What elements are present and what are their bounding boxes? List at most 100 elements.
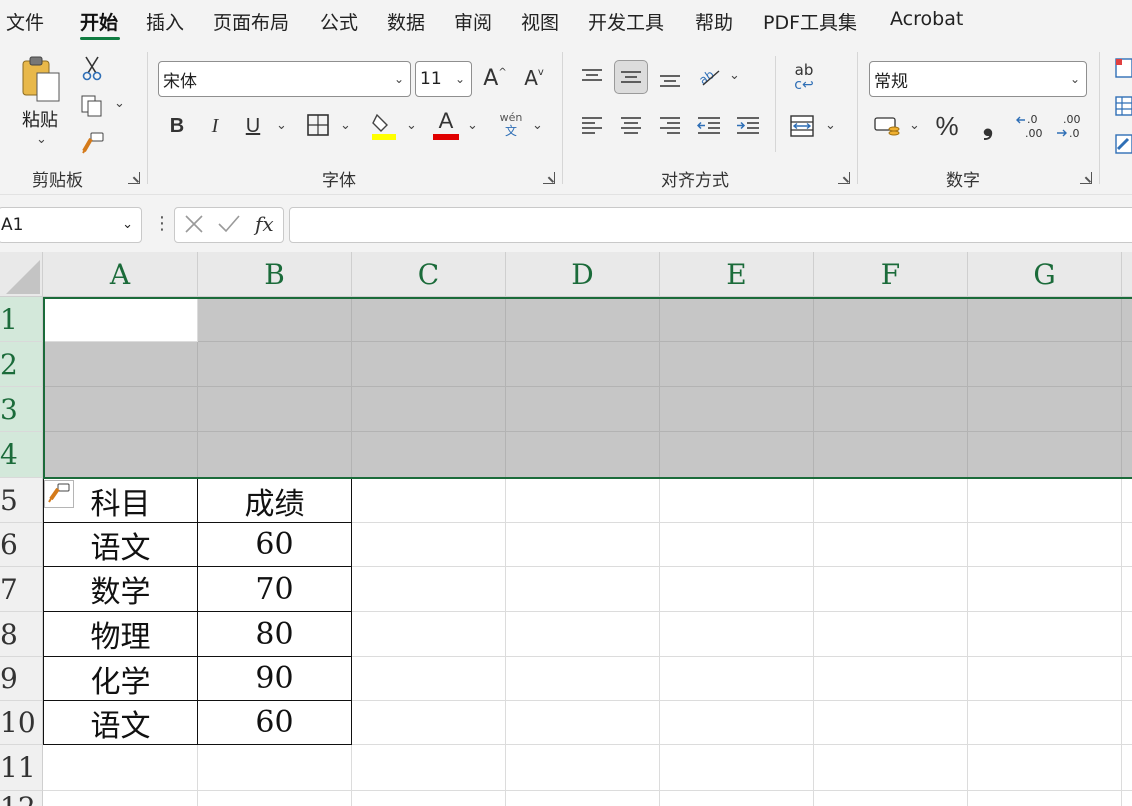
selected-cell[interactable] [660, 387, 814, 432]
grid-cell[interactable] [352, 657, 506, 701]
row-header-6[interactable]: 6 [0, 523, 43, 567]
grid-cell[interactable] [352, 745, 506, 791]
selected-cell[interactable] [506, 432, 660, 478]
grid-cell[interactable] [968, 745, 1122, 791]
active-cell[interactable] [43, 297, 198, 342]
cell-styles-icon[interactable] [1114, 132, 1132, 156]
grid-cell[interactable] [1122, 612, 1132, 657]
accounting-dropdown-icon[interactable]: ⌄ [909, 118, 920, 133]
decrease-indent-icon[interactable] [695, 112, 723, 140]
copy-icon[interactable] [78, 92, 106, 120]
font-name-select[interactable]: 宋体 ⌄ [158, 61, 411, 97]
grid-cell[interactable] [352, 567, 506, 612]
table-cell[interactable]: 90 [197, 656, 352, 701]
selected-cell[interactable] [968, 387, 1122, 432]
selected-cell[interactable] [814, 387, 968, 432]
menu-insert[interactable]: 插入 [146, 8, 184, 35]
align-center-icon[interactable] [617, 112, 645, 140]
grid-cell[interactable] [968, 657, 1122, 701]
selected-cell[interactable] [1122, 387, 1132, 432]
grid-cell[interactable] [352, 791, 506, 806]
selected-cell[interactable] [814, 297, 968, 342]
grid-cell[interactable] [352, 701, 506, 745]
selected-cell[interactable] [1122, 432, 1132, 478]
align-middle-icon[interactable] [614, 60, 648, 94]
grid-cell[interactable] [968, 791, 1122, 806]
row-header-8[interactable]: 8 [0, 612, 43, 657]
grid-cell[interactable] [1122, 791, 1132, 806]
fill-color-icon[interactable] [370, 110, 398, 142]
grid-cell[interactable] [814, 657, 968, 701]
grid-cell[interactable] [660, 745, 814, 791]
selected-cell[interactable] [506, 297, 660, 342]
selected-cell[interactable] [352, 297, 506, 342]
paste-dropdown-icon[interactable]: ⌄ [36, 132, 47, 147]
grid-cell[interactable] [352, 612, 506, 657]
menu-home[interactable]: 开始 [80, 8, 118, 35]
menu-file[interactable]: 文件 [6, 8, 44, 35]
column-header-c[interactable]: C [352, 252, 506, 297]
grid-cell[interactable] [660, 791, 814, 806]
selected-cell[interactable] [198, 342, 352, 387]
grid-cell[interactable] [506, 701, 660, 745]
conditional-formatting-icon[interactable] [1114, 56, 1132, 80]
paste-options-button[interactable] [44, 480, 74, 508]
underline-button[interactable]: U [240, 110, 266, 142]
grid-cell[interactable] [1122, 657, 1132, 701]
column-header-b[interactable]: B [198, 252, 352, 297]
menu-developer[interactable]: 开发工具 [588, 8, 664, 35]
grid-cell[interactable] [1122, 567, 1132, 612]
table-cell[interactable]: 数学 [43, 566, 198, 612]
decrease-font-button[interactable]: Av [520, 62, 548, 94]
align-bottom-icon[interactable] [656, 64, 684, 94]
borders-icon[interactable] [305, 112, 331, 138]
menu-review[interactable]: 审阅 [454, 8, 492, 35]
more-options-icon[interactable]: ⋮ [153, 213, 171, 234]
column-header-g[interactable]: G [968, 252, 1122, 297]
row-header-4[interactable]: 4 [0, 432, 43, 478]
column-header-e[interactable]: E [660, 252, 814, 297]
table-cell[interactable]: 60 [197, 522, 352, 567]
insert-function-icon[interactable]: fx [255, 212, 274, 236]
phonetic-button[interactable]: wén 文 [496, 110, 526, 140]
selected-cell[interactable] [814, 432, 968, 478]
grid-cell[interactable] [660, 701, 814, 745]
selected-cell[interactable] [198, 387, 352, 432]
grid-cell[interactable] [814, 523, 968, 567]
select-all-corner[interactable] [0, 252, 43, 297]
table-cell[interactable]: 60 [197, 700, 352, 745]
grid-cell[interactable] [352, 478, 506, 523]
grid-cell[interactable] [660, 657, 814, 701]
selected-cell[interactable] [968, 297, 1122, 342]
grid-cell[interactable] [43, 745, 198, 791]
grid-cell[interactable] [198, 791, 352, 806]
row-header-7[interactable]: 7 [0, 567, 43, 612]
increase-font-button[interactable]: A ^ [480, 62, 510, 94]
column-header-d[interactable]: D [506, 252, 660, 297]
orientation-dropdown-icon[interactable]: ⌄ [729, 68, 740, 83]
font-size-select[interactable]: 11 ⌄ [415, 61, 472, 97]
comma-style-button[interactable]: ❟ [975, 110, 1001, 142]
selected-cell[interactable] [352, 432, 506, 478]
grid-cell[interactable] [506, 567, 660, 612]
grid-cell[interactable] [660, 478, 814, 523]
row-header-11[interactable]: 11 [0, 745, 43, 791]
font-color-button[interactable]: A [432, 108, 460, 142]
row-header-2[interactable]: 2 [0, 342, 43, 387]
grid-cell[interactable] [1122, 745, 1132, 791]
increase-indent-icon[interactable] [734, 112, 762, 140]
paste-icon[interactable] [18, 54, 66, 106]
grid-cell[interactable] [352, 523, 506, 567]
row-header-5[interactable]: 5 [0, 478, 43, 523]
format-as-table-icon[interactable] [1114, 94, 1132, 118]
grid-cell[interactable] [814, 612, 968, 657]
selected-cell[interactable] [660, 432, 814, 478]
selected-cell[interactable] [43, 432, 198, 478]
bold-button[interactable]: B [164, 110, 190, 142]
selected-cell[interactable] [968, 432, 1122, 478]
align-left-icon[interactable] [578, 112, 606, 140]
selected-cell[interactable] [968, 342, 1122, 387]
grid-cell[interactable] [660, 523, 814, 567]
grid-cell[interactable] [968, 612, 1122, 657]
underline-dropdown-icon[interactable]: ⌄ [276, 118, 287, 133]
